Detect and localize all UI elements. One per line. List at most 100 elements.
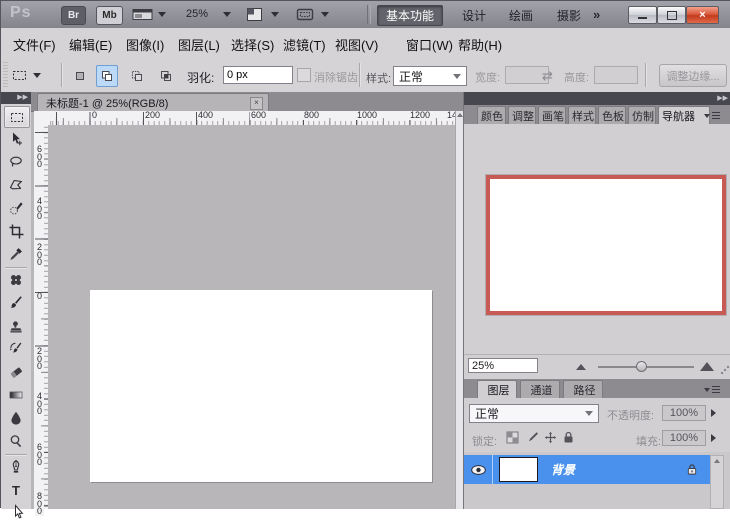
lock-all-padlock-icon[interactable]: [560, 429, 576, 445]
workspace-tab-design[interactable]: 设计: [453, 5, 495, 26]
opacity-slider-arrow[interactable]: [711, 409, 716, 417]
eyedropper-tool[interactable]: [4, 244, 28, 264]
options-bar-grip[interactable]: [3, 62, 8, 88]
tab-color[interactable]: 颜色: [477, 106, 506, 124]
screen-mode-dropdown-arrow[interactable]: [321, 12, 329, 17]
swap-width-height-icon[interactable]: ⇄: [542, 68, 553, 84]
pen-tool[interactable]: [4, 457, 28, 477]
dodge-tool[interactable]: [4, 431, 28, 451]
arrange-documents-icon[interactable]: [246, 7, 263, 25]
menu-layer[interactable]: 图层(L): [178, 35, 220, 54]
workspace-more-chevron[interactable]: »: [593, 7, 600, 22]
feather-input[interactable]: [223, 66, 293, 84]
document-canvas[interactable]: [90, 290, 432, 482]
panel-resize-grip[interactable]: [720, 365, 730, 375]
subtract-from-selection-mode-button[interactable]: [126, 65, 148, 87]
eraser-tool[interactable]: [4, 362, 28, 382]
window-minimize-button[interactable]: [628, 6, 657, 24]
menu-file[interactable]: 文件(F): [13, 35, 56, 54]
menu-image[interactable]: 图像(I): [126, 35, 164, 54]
menu-select[interactable]: 选择(S): [231, 35, 274, 54]
gradient-tool[interactable]: [4, 385, 28, 405]
move-tool[interactable]: [4, 129, 28, 149]
layer-visibility-cell[interactable]: [464, 455, 493, 484]
view-extras-icon[interactable]: [132, 7, 154, 25]
menu-window[interactable]: 窗口(W): [406, 35, 453, 54]
tab-layers[interactable]: 图层: [477, 380, 517, 398]
workspace-tab-photography[interactable]: 摄影: [548, 5, 590, 26]
refine-edge-button[interactable]: 调整边缘...: [659, 64, 727, 87]
layers-scrollbar[interactable]: [710, 455, 724, 509]
tool-preset-picker[interactable]: [11, 65, 55, 85]
workspace-tab-painting[interactable]: 绘画: [500, 5, 542, 26]
height-input[interactable]: [594, 66, 638, 84]
polygonal-lasso-tool[interactable]: [4, 175, 28, 195]
add-to-selection-mode-button[interactable]: [96, 65, 118, 87]
workspace-tab-essentials[interactable]: 基本功能: [377, 5, 443, 26]
canvas-pasteboard[interactable]: [48, 125, 455, 509]
navigator-zoom-input[interactable]: 25%: [468, 358, 538, 373]
zoom-level-value[interactable]: 25%: [186, 8, 208, 20]
lock-position-move-icon[interactable]: [542, 429, 558, 445]
blur-tool[interactable]: [4, 408, 28, 428]
tab-paths[interactable]: 路径: [563, 380, 603, 398]
document-tab-title: 未标题-1 @ 25%(RGB/8): [38, 95, 250, 111]
quick-selection-tool[interactable]: [4, 198, 28, 218]
navigator-zoom-slider-thumb[interactable]: [636, 361, 647, 372]
path-selection-tool[interactable]: [4, 502, 28, 522]
navigator-preview[interactable]: [486, 175, 726, 315]
zoom-in-icon[interactable]: [700, 362, 714, 371]
background-layer-row[interactable]: 背景: [464, 455, 710, 484]
screen-mode-icon[interactable]: [296, 7, 314, 25]
menu-help[interactable]: 帮助(H): [458, 35, 502, 54]
fill-value-box[interactable]: 100%: [662, 430, 706, 446]
layers-list: 背景: [464, 452, 730, 509]
h-ruler-label: 600: [250, 111, 267, 120]
spot-healing-brush-tool[interactable]: [4, 270, 28, 290]
ruler-corner[interactable]: [34, 111, 49, 126]
crop-tool[interactable]: [4, 221, 28, 241]
tab-brush[interactable]: 画笔: [538, 106, 566, 124]
document-tab-close-icon[interactable]: ×: [250, 97, 263, 110]
view-extras-dropdown-arrow[interactable]: [158, 12, 166, 17]
lock-pixels-brush-icon[interactable]: [524, 429, 540, 445]
launch-mini-bridge-button[interactable]: Mb: [96, 6, 123, 25]
lasso-tool[interactable]: [4, 152, 28, 172]
panel-menu-icon[interactable]: [704, 112, 720, 119]
blend-mode-dropdown[interactable]: 正常: [469, 404, 599, 423]
tools-panel-collapse-chevron[interactable]: ▶▶: [1, 92, 31, 104]
layers-scroll-up-icon[interactable]: [714, 459, 720, 463]
tab-adjustments[interactable]: 调整: [508, 106, 536, 124]
menu-edit[interactable]: 编辑(E): [69, 35, 112, 54]
brush-tool[interactable]: [4, 293, 28, 313]
layers-panel-menu-icon[interactable]: [704, 386, 720, 393]
window-close-button[interactable]: ×: [686, 6, 719, 24]
new-selection-mode-button[interactable]: [69, 65, 91, 87]
window-restore-button[interactable]: [657, 6, 686, 24]
menu-view[interactable]: 视图(V): [335, 35, 378, 54]
lock-transparency-icon[interactable]: [504, 429, 520, 445]
tab-clone-source[interactable]: 仿制: [628, 106, 656, 124]
type-tool[interactable]: T: [4, 480, 28, 500]
rectangular-marquee-tool[interactable]: [4, 106, 30, 128]
menu-filter[interactable]: 滤镜(T): [283, 35, 326, 54]
arrange-documents-dropdown-arrow[interactable]: [271, 12, 279, 17]
clone-stamp-tool[interactable]: [4, 316, 28, 336]
tab-swatches[interactable]: 色板: [598, 106, 626, 124]
style-dropdown[interactable]: 正常: [393, 66, 467, 86]
launch-bridge-button[interactable]: Br: [61, 6, 86, 25]
fill-slider-arrow[interactable]: [711, 434, 716, 442]
panel-dock-collapse-chevron[interactable]: ▶▶: [464, 92, 730, 105]
tab-navigator[interactable]: 导航器: [658, 106, 710, 124]
zoom-out-icon[interactable]: [576, 364, 586, 370]
zoom-level-dropdown-arrow[interactable]: [223, 12, 231, 17]
vertical-ruler[interactable]: 600 400 200 0 200 400 600 800: [34, 125, 49, 509]
intersect-selection-mode-button[interactable]: [155, 65, 177, 87]
tab-styles[interactable]: 样式: [568, 106, 596, 124]
tab-channels[interactable]: 通道: [520, 380, 560, 398]
opacity-value-box[interactable]: 100%: [662, 405, 706, 421]
antialias-checkbox[interactable]: [297, 68, 311, 82]
layer-thumbnail[interactable]: [499, 457, 538, 482]
horizontal-ruler[interactable]: 0 200 400 600 800 1000 1200 1400: [48, 111, 455, 126]
history-brush-tool[interactable]: [4, 339, 28, 359]
